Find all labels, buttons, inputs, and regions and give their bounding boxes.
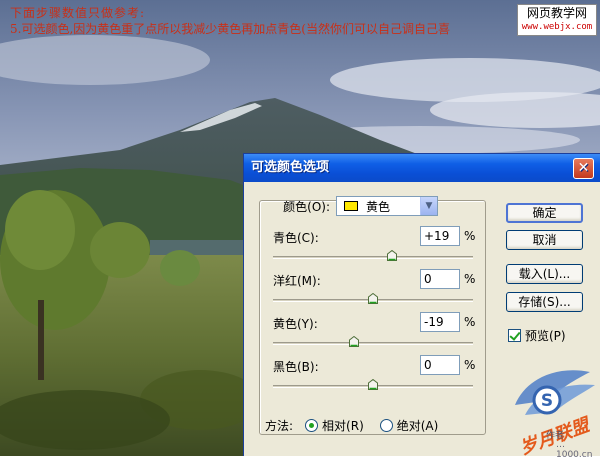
method-absolute-option[interactable]: 绝对(A) — [379, 417, 439, 434]
dialog-title: 可选颜色选项 — [251, 160, 330, 175]
black-slider-row: 黑色(B): 0 % — [270, 355, 478, 402]
preview-label: 预览(P) — [525, 329, 566, 343]
magenta-input[interactable]: 0 — [420, 269, 460, 289]
preview-checkbox[interactable] — [508, 329, 521, 342]
yellow-input[interactable]: -19 — [420, 312, 460, 332]
dialog-titlebar[interactable]: 可选颜色选项 ✕ — [244, 154, 600, 182]
tutorial-line-2: 5.可选颜色,因为黄色重了点所以我减少黄色再加点青色(当然你们可以自己调自己喜 — [10, 22, 450, 36]
yellow-percent: % — [464, 315, 476, 329]
black-input[interactable]: 0 — [420, 355, 460, 375]
colors-label: 颜色(O): — [283, 199, 330, 214]
relative-label: 相对(R) — [322, 419, 364, 433]
method-label: 方法: — [265, 419, 294, 433]
black-label: 黑色(B): — [273, 360, 319, 374]
magenta-slider-thumb[interactable] — [368, 293, 378, 304]
magenta-percent: % — [464, 272, 476, 286]
cyan-slider-row: 青色(C): +19 % — [270, 226, 478, 273]
color-swatch — [344, 201, 358, 211]
watermark-badge-letter: S — [541, 391, 553, 411]
preview-option[interactable]: 预览(P) — [508, 327, 566, 344]
black-slider-thumb[interactable] — [368, 379, 378, 390]
cyan-label: 青色(C): — [273, 231, 319, 245]
colors-select[interactable]: 黄色 ▼ — [336, 196, 438, 216]
chevron-down-icon[interactable]: ▼ — [420, 197, 437, 215]
ok-button[interactable]: 确定 — [506, 203, 583, 223]
cyan-track[interactable] — [273, 256, 473, 259]
black-percent: % — [464, 358, 476, 372]
cyan-slider-thumb[interactable] — [387, 250, 397, 261]
close-button[interactable]: ✕ — [573, 158, 594, 179]
cyan-percent: % — [464, 229, 476, 243]
method-row: 方法: 相对(R) 绝对(A) — [265, 417, 454, 434]
method-relative-option[interactable]: 相对(R) — [305, 417, 364, 434]
save-button[interactable]: 存储(S)... — [506, 292, 583, 312]
yellow-track[interactable] — [273, 342, 473, 345]
magenta-slider-row: 洋红(M): 0 % — [270, 269, 478, 316]
absolute-radio[interactable] — [379, 419, 393, 432]
watermark-url: …1000.cn — [556, 440, 593, 460]
site-badge-title: 网页教学网 — [526, 6, 587, 20]
cancel-button[interactable]: 取消 — [506, 230, 583, 250]
relative-radio[interactable] — [305, 419, 319, 432]
magenta-label: 洋红(M): — [273, 274, 321, 288]
yellow-label: 黄色(Y): — [273, 317, 318, 331]
colors-row: 颜色(O): 黄色 ▼ — [266, 196, 438, 216]
tutorial-line-1: 下面步骤数值只做参考: — [10, 6, 146, 20]
site-badge: 网页教学网 www.webjx.com — [517, 4, 597, 36]
absolute-label: 绝对(A) — [396, 419, 439, 433]
colors-select-value: 黄色 — [366, 199, 391, 214]
cyan-input[interactable]: +19 — [420, 226, 460, 246]
site-badge-url: www.webjx.com — [521, 22, 593, 32]
yellow-slider-row: 黄色(Y): -19 % — [270, 312, 478, 359]
yellow-slider-thumb[interactable] — [349, 336, 359, 347]
load-button[interactable]: 载入(L)... — [506, 264, 583, 284]
close-icon: ✕ — [577, 160, 590, 176]
